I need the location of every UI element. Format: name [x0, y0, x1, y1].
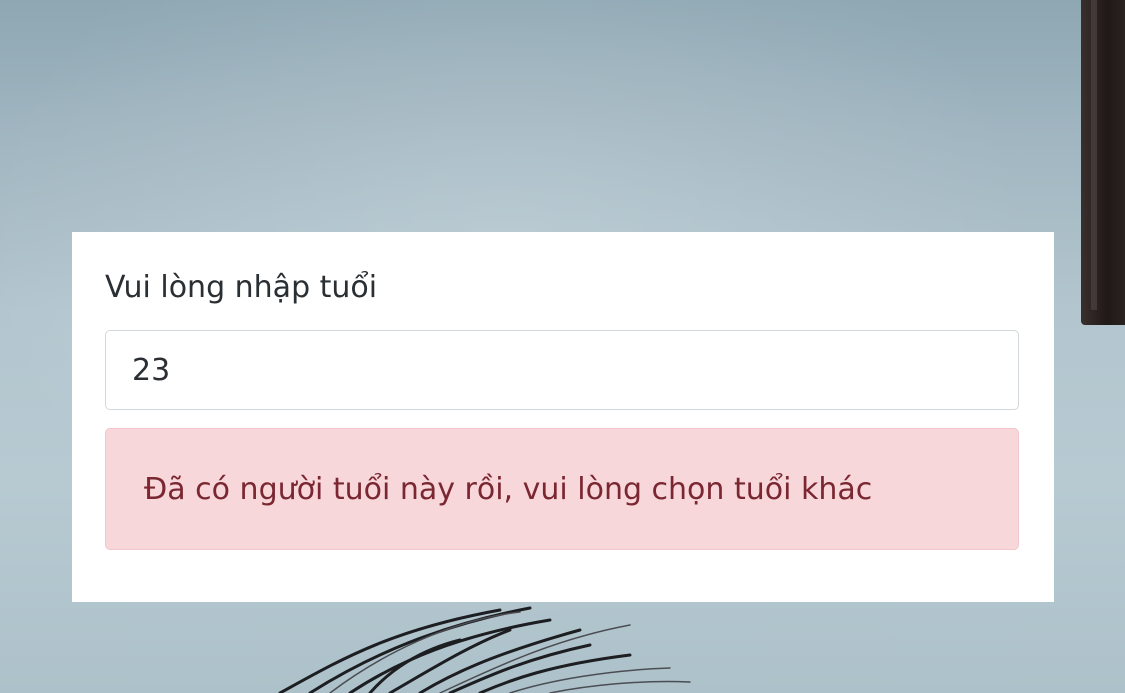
- error-alert-message: Đã có người tuổi này rồi, vui lòng chọn …: [144, 471, 873, 507]
- error-alert: Đã có người tuổi này rồi, vui lòng chọn …: [105, 428, 1019, 550]
- age-form-card: Vui lòng nhập tuổi Đã có người tuổi này …: [72, 232, 1054, 602]
- picture-frame-edge: [1081, 0, 1125, 325]
- hair-decoration: [278, 606, 691, 693]
- age-field-label: Vui lòng nhập tuổi: [105, 270, 378, 305]
- age-input[interactable]: [105, 330, 1019, 410]
